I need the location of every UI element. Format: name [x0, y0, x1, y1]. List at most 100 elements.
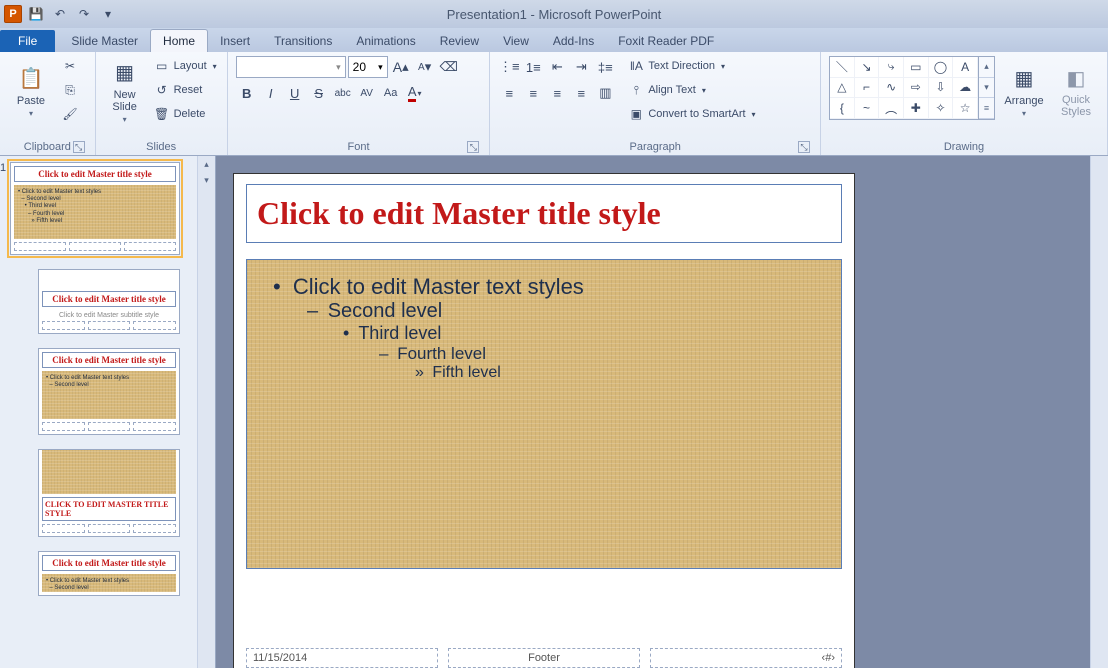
slide-number-placeholder[interactable]: ‹#› — [650, 648, 842, 668]
italic-button[interactable]: I — [260, 82, 282, 104]
body-placeholder[interactable]: Click to edit Master text styles Second … — [246, 259, 842, 569]
shadow-button[interactable]: abc — [332, 82, 354, 104]
clear-format-button[interactable]: ⌫ — [438, 56, 460, 78]
align-right-button[interactable]: ≡ — [546, 82, 568, 104]
tab-animations[interactable]: Animations — [344, 30, 427, 52]
group-paragraph-label: Paragraph — [629, 141, 680, 153]
app-icon[interactable]: P — [4, 5, 22, 23]
justify-button[interactable]: ≡ — [570, 82, 592, 104]
bold-button[interactable]: B — [236, 82, 258, 104]
title-placeholder[interactable]: Click to edit Master title style — [246, 184, 842, 243]
slide-canvas[interactable]: Click to edit Master title style Click t… — [234, 174, 854, 668]
increase-indent-button[interactable]: ⇥ — [570, 56, 592, 78]
shape-cloud-icon: ☁ — [953, 78, 978, 99]
tab-addins[interactable]: Add-Ins — [541, 30, 606, 52]
shape-connector-icon: ⤷ — [879, 57, 904, 78]
quick-styles-button[interactable]: ◧ Quick Styles — [1053, 56, 1099, 126]
layout-icon: ▭ — [154, 58, 170, 74]
shape-star-icon: ✧ — [929, 98, 954, 119]
grow-font-button[interactable]: A▴ — [390, 56, 412, 78]
numbering-button[interactable]: 1≡ — [522, 56, 544, 78]
title-bar: P 💾 ↶ ↷ ▾ Presentation1 - Microsoft Powe… — [0, 0, 1108, 28]
thumbs-scrollbar[interactable]: ▴ ▾ — [197, 156, 215, 668]
layout-thumbnail-4[interactable]: Click to edit Master title style • Click… — [38, 551, 193, 596]
scroll-down-icon[interactable]: ▾ — [979, 78, 994, 99]
shrink-font-button[interactable]: A▾ — [414, 56, 436, 78]
tab-slide-master[interactable]: Slide Master — [59, 30, 150, 52]
layout-thumbnail-3[interactable]: CLICK TO EDIT MASTER TITLE STYLE — [38, 449, 193, 537]
cut-button[interactable]: ✂ — [60, 56, 80, 76]
change-case-button[interactable]: Aa — [380, 82, 402, 104]
align-center-button[interactable]: ≡ — [522, 82, 544, 104]
tab-insert[interactable]: Insert — [208, 30, 262, 52]
layout-thumbnail-2[interactable]: Click to edit Master title style • Click… — [38, 348, 193, 435]
footer-placeholder[interactable]: Footer — [448, 648, 640, 668]
strike-button[interactable]: S — [308, 82, 330, 104]
reset-button[interactable]: ↺Reset — [152, 80, 219, 100]
shapes-scroll[interactable]: ▴▾≡ — [979, 56, 995, 120]
tab-view[interactable]: View — [491, 30, 541, 52]
delete-button[interactable]: 🗑Delete — [152, 104, 219, 124]
tab-review[interactable]: Review — [428, 30, 491, 52]
ribbon-tabs: File Slide Master Home Insert Transition… — [0, 28, 1108, 52]
group-clipboard: 📋 Paste ▾ ✂ ⎘ 🖌 Clipboard⤡ — [0, 52, 96, 155]
body-level-3: Third level — [265, 323, 823, 344]
tab-transitions[interactable]: Transitions — [262, 30, 344, 52]
editor-scrollbar[interactable] — [1090, 156, 1108, 668]
copy-icon: ⎘ — [62, 82, 78, 98]
shape-rect-icon: ▭ — [904, 57, 929, 78]
text-direction-icon: ‖A — [628, 58, 644, 74]
group-slides: ▦ New Slide ▾ ▭Layout▾ ↺Reset 🗑Delete Sl… — [96, 52, 228, 155]
char-spacing-button[interactable]: AV — [356, 82, 378, 104]
scroll-more-icon[interactable]: ≡ — [979, 98, 994, 119]
line-spacing-button[interactable]: ‡≡ — [594, 56, 616, 78]
date-placeholder[interactable]: 11/15/2014 — [246, 648, 438, 668]
font-launcher[interactable]: ⤡ — [467, 141, 479, 153]
tab-home[interactable]: Home — [150, 29, 208, 52]
shape-text-icon: A — [953, 57, 978, 78]
window-title: Presentation1 - Microsoft PowerPoint — [0, 7, 1108, 22]
convert-smartart-button[interactable]: ▣Convert to SmartArt▾ — [626, 104, 757, 124]
bullets-button[interactable]: ⋮≡ — [498, 56, 520, 78]
clipboard-launcher[interactable]: ⤡ — [73, 141, 85, 153]
shape-curve-icon: ∿ — [879, 78, 904, 99]
tab-foxit[interactable]: Foxit Reader PDF — [606, 30, 726, 52]
qat-redo-button[interactable]: ↷ — [74, 4, 94, 24]
scroll-up-icon[interactable]: ▴ — [198, 156, 215, 172]
paste-button[interactable]: 📋 Paste ▾ — [8, 56, 54, 126]
qat-undo-button[interactable]: ↶ — [50, 4, 70, 24]
arrange-button[interactable]: ▦ Arrange ▾ — [1001, 56, 1047, 126]
shape-bracket-icon: { — [830, 98, 855, 119]
font-color-button[interactable]: A▾ — [404, 82, 426, 104]
scroll-up-icon[interactable]: ▴ — [979, 57, 994, 78]
align-left-button[interactable]: ≡ — [498, 82, 520, 104]
paragraph-launcher[interactable]: ⤡ — [798, 141, 810, 153]
thumb-number: 1 — [0, 162, 6, 174]
shape-wave-icon: ~ — [855, 98, 880, 119]
font-name-combo[interactable]: ▾ — [236, 56, 346, 78]
scroll-down-icon[interactable]: ▾ — [198, 172, 215, 188]
shapes-gallery[interactable]: ＼↘⤷▭◯A △⌐∿⇨⇩☁ {~︵✚✧☆ — [829, 56, 979, 120]
format-painter-icon: 🖌 — [62, 106, 78, 122]
chevron-down-icon: ▾ — [29, 109, 33, 118]
columns-button[interactable]: ▥ — [594, 82, 616, 104]
decrease-indent-button[interactable]: ⇤ — [546, 56, 568, 78]
font-size-combo[interactable]: 20▾ — [348, 56, 388, 78]
format-painter-button[interactable]: 🖌 — [60, 104, 80, 124]
new-slide-button[interactable]: ▦ New Slide ▾ — [104, 56, 146, 126]
underline-button[interactable]: U — [284, 82, 306, 104]
shape-triangle-icon: △ — [830, 78, 855, 99]
ribbon: 📋 Paste ▾ ✂ ⎘ 🖌 Clipboard⤡ ▦ New Slide ▾… — [0, 52, 1108, 156]
group-paragraph: ⋮≡ 1≡ ⇤ ⇥ ‡≡ ≡ ≡ ≡ ≡ ▥ ‖AText Direction▾… — [490, 52, 821, 155]
tab-file[interactable]: File — [0, 30, 55, 52]
smartart-icon: ▣ — [628, 106, 644, 122]
align-text-button[interactable]: ⫯Align Text▾ — [626, 80, 757, 100]
quick-access-toolbar: P 💾 ↶ ↷ ▾ — [0, 4, 122, 24]
layout-button[interactable]: ▭Layout▾ — [152, 56, 219, 76]
qat-customize-button[interactable]: ▾ — [98, 4, 118, 24]
layout-thumbnail-1[interactable]: Click to edit Master title style Click t… — [38, 269, 193, 334]
qat-save-button[interactable]: 💾 — [26, 4, 46, 24]
master-thumbnail-1[interactable]: 1 Click to edit Master title style • Cli… — [10, 162, 193, 255]
copy-button[interactable]: ⎘ — [60, 80, 80, 100]
text-direction-button[interactable]: ‖AText Direction▾ — [626, 56, 757, 76]
